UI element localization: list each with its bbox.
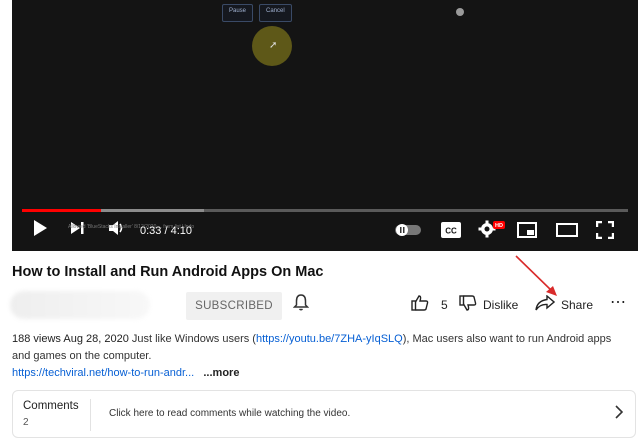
description-link-1[interactable]: https://youtu.be/7ZHA-yIqSLQ: [256, 333, 403, 345]
comments-divider: [90, 399, 91, 431]
chevron-right-icon[interactable]: [615, 405, 624, 422]
description-link-2[interactable]: https://techviral.net/how-to-run-andr...: [12, 367, 194, 379]
comments-prompt: Click here to read comments while watchi…: [109, 408, 351, 419]
video-description[interactable]: 188 views Aug 28, 2020 Just like Windows…: [12, 331, 612, 382]
description-text-1: Just like Windows users (: [128, 333, 256, 345]
comments-count: 2: [23, 417, 29, 428]
view-stats: 188 views Aug 28, 2020: [12, 333, 129, 345]
comments-title: Comments: [23, 400, 79, 412]
show-more-link[interactable]: ...more: [203, 367, 239, 379]
comments-panel[interactable]: Comments 2 Click here to read comments w…: [12, 390, 636, 438]
